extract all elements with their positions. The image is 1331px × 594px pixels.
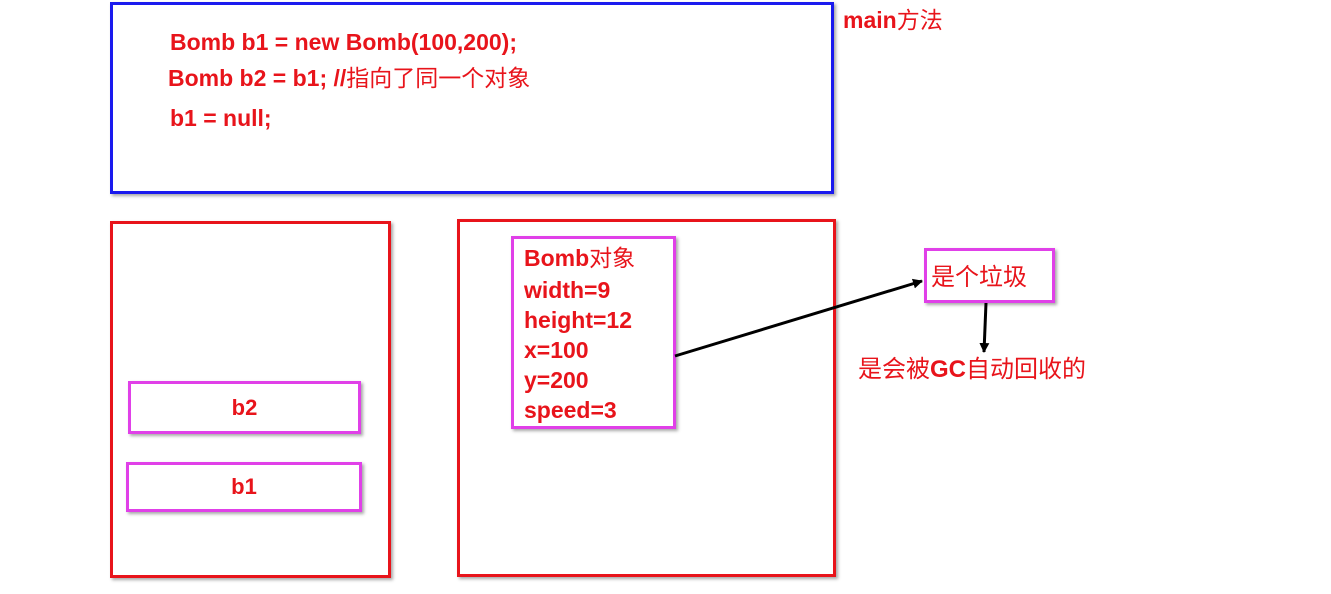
arrows-layer xyxy=(674,278,990,358)
object-to-garbage-arrow xyxy=(674,278,923,358)
garbage-to-gc-arrow xyxy=(979,302,990,353)
